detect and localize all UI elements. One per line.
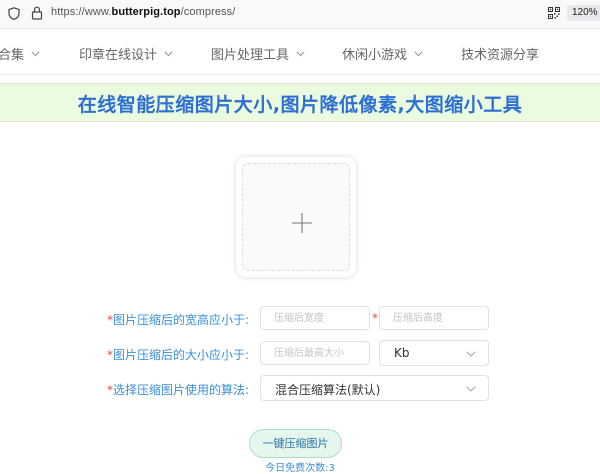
chevron-down-icon (466, 386, 476, 392)
chevron-down-icon (31, 51, 40, 57)
unit-select[interactable]: Kb (379, 340, 489, 366)
image-upload-box[interactable] (236, 157, 356, 277)
nav-item-label: 图片处理工具 (211, 48, 290, 63)
url-field[interactable]: https://www.butterpig.top/compress/ (51, 6, 235, 18)
chevron-down-icon (414, 51, 423, 57)
filesize-label: *图片压缩后的大小应小于: (107, 346, 249, 363)
algorithm-label: *选择压缩图片使用的算法: (107, 381, 249, 398)
free-count-text: 今日免费次数:3 (265, 463, 335, 474)
browser-url-bar: https://www.butterpig.top/compress/ 120% (0, 0, 600, 29)
max-filesize-input[interactable]: 压缩后最高大小 (260, 341, 370, 365)
chevron-down-icon (466, 351, 476, 357)
nav-item-tech-resources[interactable]: 技术资源分享 (461, 44, 539, 63)
nav-item-games[interactable]: 休闲小游戏 (342, 44, 423, 63)
url-path: /compress/ (180, 6, 236, 18)
size-label-text: 图片压缩后的宽高应小于: (113, 313, 250, 327)
algorithm-select-value: 混合压缩算法(默认) (275, 383, 381, 397)
filesize-label-text: 图片压缩后的大小应小于: (113, 348, 250, 362)
compress-button[interactable]: 一键压缩图片 (249, 429, 342, 458)
upload-dropzone[interactable] (242, 163, 350, 271)
nav-item-label: 技术资源分享 (461, 48, 540, 63)
size-label: *图片压缩后的宽高应小于: (107, 311, 249, 328)
height-input[interactable]: 压缩后高度 (379, 306, 489, 330)
required-mark: * (372, 311, 378, 325)
qr-code-icon[interactable] (548, 7, 560, 19)
zoom-level-badge[interactable]: 120% (567, 5, 600, 21)
url-domain: butterpig.top (111, 6, 181, 18)
width-input[interactable]: 压缩后宽度 (260, 306, 370, 330)
nav-item-label: 休闲小游戏 (342, 48, 408, 63)
page-banner: 在线智能压缩图片大小,图片降低像素,大图缩小工具 (0, 83, 600, 122)
nav-item-label: 印章在线设计 (79, 48, 158, 63)
page-title: 在线智能压缩图片大小,图片降低像素,大图缩小工具 (77, 94, 523, 116)
lock-icon[interactable] (31, 6, 43, 20)
algorithm-select[interactable]: 混合压缩算法(默认) (260, 375, 489, 401)
unit-select-value: Kb (394, 346, 410, 360)
url-prefix: https://www. (51, 6, 112, 18)
algorithm-label-text: 选择压缩图片使用的算法: (113, 383, 250, 397)
nav-item-seal-design[interactable]: 印章在线设计 (79, 44, 173, 63)
chevron-down-icon (164, 51, 173, 57)
chevron-down-icon (296, 51, 305, 57)
shield-icon[interactable] (8, 7, 20, 20)
nav-item-image-tools[interactable]: 图片处理工具 (211, 44, 305, 63)
nav-item-label: 合集 (0, 48, 25, 63)
nav-item-collection[interactable]: 合集 (0, 44, 40, 63)
plus-icon (292, 213, 312, 233)
site-nav: 合集 印章在线设计 图片处理工具 休闲小游戏 技术资源分享 (0, 29, 600, 75)
